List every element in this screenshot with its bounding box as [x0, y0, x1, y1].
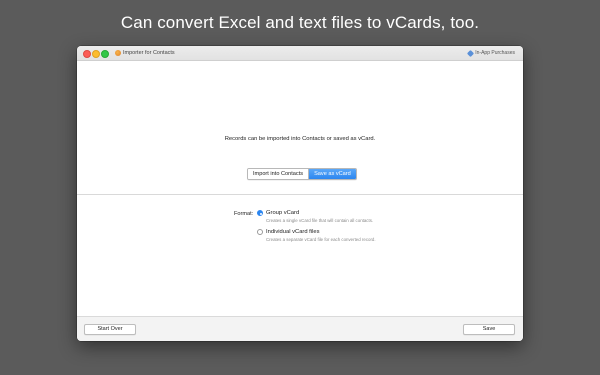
mode-segmented-control[interactable]: Import into Contacts Save as vCard [247, 168, 357, 180]
title-bar[interactable]: Importer for Contacts In-App Purchases [77, 46, 523, 61]
start-over-button[interactable]: Start Over [84, 324, 136, 335]
in-app-purchases-button[interactable]: In-App Purchases [467, 49, 515, 57]
in-app-purchases-label: In-App Purchases [475, 50, 515, 56]
import-into-contacts-segment[interactable]: Import into Contacts [248, 169, 309, 179]
window-title: Importer for Contacts [123, 50, 175, 56]
close-window-button[interactable] [83, 50, 91, 58]
tag-icon [467, 49, 475, 57]
zoom-window-button[interactable] [101, 50, 109, 58]
app-window: Importer for Contacts In-App Purchases R… [77, 46, 523, 341]
individual-vcard-option[interactable]: Individual vCard files [257, 229, 320, 235]
footer-bar: Start Over Save [77, 316, 523, 341]
individual-vcard-label[interactable]: Individual vCard files [266, 229, 320, 235]
screenshot-canvas: Can convert Excel and text files to vCar… [0, 0, 600, 375]
group-vcard-description: Creates a single vCard file that will co… [266, 218, 374, 223]
group-vcard-radio[interactable] [257, 210, 263, 216]
app-icon [115, 50, 121, 56]
group-vcard-label[interactable]: Group vCard [266, 210, 299, 216]
individual-vcard-description: Creates a separate vCard file for each c… [266, 237, 376, 242]
format-options-section: Format: Group vCard Creates a single vCa… [77, 195, 523, 316]
minimize-window-button[interactable] [92, 50, 100, 58]
marketing-headline: Can convert Excel and text files to vCar… [120, 13, 480, 32]
format-label: Format: [234, 211, 254, 217]
save-button[interactable]: Save [463, 324, 515, 335]
mode-message: Records can be imported into Contacts or… [224, 136, 376, 142]
group-vcard-option[interactable]: Group vCard [257, 210, 299, 216]
individual-vcard-radio[interactable] [257, 229, 263, 235]
save-as-vcard-segment[interactable]: Save as vCard [308, 169, 356, 179]
mode-section: Records can be imported into Contacts or… [77, 61, 523, 195]
